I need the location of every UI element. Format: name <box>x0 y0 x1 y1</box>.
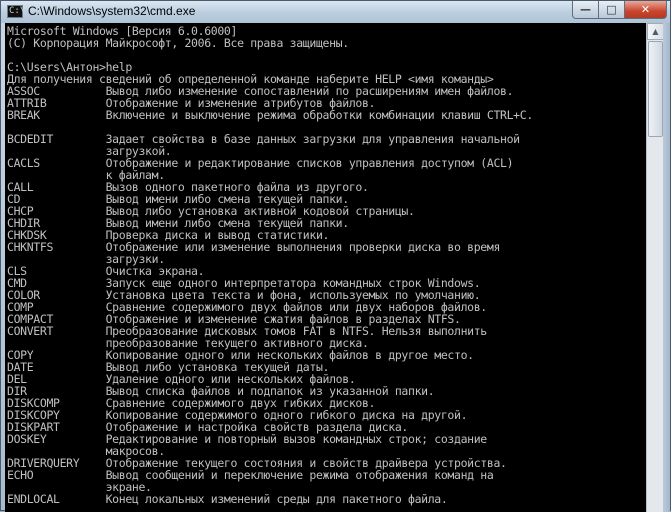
vertical-scrollbar[interactable]: ▲ <box>646 23 664 512</box>
window-frame-right <box>663 23 670 512</box>
window-title: C:\Windows\system32\cmd.exe <box>28 4 196 18</box>
cmd-window: C:\ C:\Windows\system32\cmd.exe — □ ✕ Mi… <box>0 0 671 512</box>
console-line: ENDLOCAL Конец локальных изменений среды… <box>7 492 448 506</box>
scroll-up-arrow-icon[interactable]: ▲ <box>647 23 664 40</box>
console-output[interactable]: Microsoft Windows [Версия 6.0.6000] (C) К… <box>5 23 646 512</box>
title-bar[interactable]: C:\ C:\Windows\system32\cmd.exe — □ ✕ <box>1 1 670 23</box>
scrollbar-thumb[interactable] <box>648 41 663 137</box>
console-line: (C) Корпорация Майкрософт, 2006. Все пра… <box>7 36 349 50</box>
console-line: BREAK Включение и выключение режима обра… <box>7 108 533 122</box>
minimize-button[interactable]: — <box>572 1 599 19</box>
close-button[interactable]: ✕ <box>624 1 667 19</box>
cmd-app-icon[interactable]: C:\ <box>7 5 25 18</box>
maximize-button[interactable]: □ <box>598 1 625 19</box>
